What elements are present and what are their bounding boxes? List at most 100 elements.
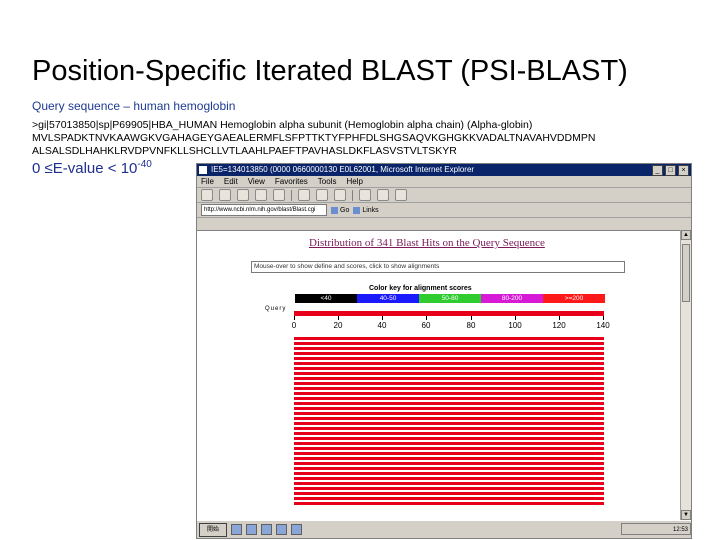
quicklaunch-folder-icon[interactable] <box>291 524 302 535</box>
window-controls: _ □ × <box>652 165 689 176</box>
edit-icon[interactable] <box>395 189 407 201</box>
back-icon[interactable] <box>201 189 213 201</box>
scroll-down-arrow[interactable]: ▼ <box>681 510 691 520</box>
favorites-icon[interactable] <box>316 189 328 201</box>
menu-file[interactable]: File <box>201 176 214 187</box>
links-link[interactable]: Links <box>353 206 379 214</box>
hit-row[interactable] <box>294 457 604 460</box>
address-bar: http://www.ncbi.nlm.nih.gov/blast/Blast.… <box>197 203 691 218</box>
hit-row[interactable] <box>294 492 604 495</box>
color-key-title: Color key for alignment scores <box>369 285 472 292</box>
go-link[interactable]: Go <box>331 206 349 214</box>
toolbar-divider <box>352 189 353 201</box>
vertical-scrollbar[interactable]: ▲ ▼ <box>680 230 691 520</box>
evalue-range: 0 ≤E-value < 10-40 <box>32 159 152 177</box>
hit-row[interactable] <box>294 442 604 445</box>
address-input[interactable]: http://www.ncbi.nlm.nih.gov/blast/Blast.… <box>201 204 327 216</box>
mail-icon[interactable] <box>359 189 371 201</box>
hit-row[interactable] <box>294 377 604 380</box>
hit-row[interactable] <box>294 462 604 465</box>
go-icon <box>331 206 338 214</box>
scroll-thumb[interactable] <box>682 244 690 302</box>
print-icon[interactable] <box>377 189 389 201</box>
axis-tick <box>294 316 295 320</box>
hit-row[interactable] <box>294 482 604 485</box>
menu-tools[interactable]: Tools <box>318 176 337 187</box>
color-key-cell: <40 <box>295 294 357 303</box>
axis-tick <box>603 316 604 320</box>
hit-row[interactable] <box>294 427 604 430</box>
hit-row[interactable] <box>294 467 604 470</box>
color-key-cell: 50-80 <box>419 294 481 303</box>
hit-row[interactable] <box>294 382 604 385</box>
hit-row[interactable] <box>294 437 604 440</box>
axis-tick-label: 40 <box>377 321 387 330</box>
axis-tick-label: 140 <box>596 321 610 330</box>
hit-row[interactable] <box>294 407 604 410</box>
menu-edit[interactable]: Edit <box>224 176 238 187</box>
stop-icon[interactable] <box>237 189 249 201</box>
mouse-hint-box[interactable]: Mouse-over to show define and scores, cl… <box>251 261 625 273</box>
query-subtitle: Query sequence – human hemoglobin <box>32 99 236 113</box>
position-axis: 0 20 40 60 80 100 120 140 <box>291 316 610 334</box>
forward-icon[interactable] <box>219 189 231 201</box>
color-key-cell: >=200 <box>543 294 605 303</box>
hit-row[interactable] <box>294 477 604 480</box>
menu-favorites[interactable]: Favorites <box>275 176 308 187</box>
hit-list <box>294 337 604 507</box>
quicklaunch-mail-icon[interactable] <box>261 524 272 535</box>
window-title: IE5=134013850 (0000 0660000130 E0L62001,… <box>211 165 475 174</box>
evalue-text: 0 ≤E-value < 10 <box>32 160 138 177</box>
refresh-icon[interactable] <box>255 189 267 201</box>
hit-row[interactable] <box>294 447 604 450</box>
hit-row[interactable] <box>294 362 604 365</box>
hit-row[interactable] <box>294 367 604 370</box>
hit-row[interactable] <box>294 347 604 350</box>
hit-row[interactable] <box>294 432 604 435</box>
slide-title: Position-Specific Iterated BLAST (PSI-BL… <box>32 55 628 87</box>
hit-row[interactable] <box>294 417 604 420</box>
hit-row[interactable] <box>294 372 604 375</box>
history-icon[interactable] <box>334 189 346 201</box>
scroll-up-arrow[interactable]: ▲ <box>681 230 691 240</box>
menu-help[interactable]: Help <box>346 176 362 187</box>
maximize-button[interactable]: □ <box>665 165 676 176</box>
hit-row[interactable] <box>294 497 604 500</box>
hit-row[interactable] <box>294 337 604 340</box>
sequence-line-2: ALSALSDLHAHKLRVDPVNFKLLSHCLLVTLAAHLPAEFT… <box>32 145 457 157</box>
hit-row[interactable] <box>294 342 604 345</box>
close-button[interactable]: × <box>678 165 689 176</box>
browser-window: IE5=134013850 (0000 0660000130 E0L62001,… <box>196 163 692 539</box>
minimize-button[interactable]: _ <box>652 165 663 176</box>
menu-bar: File Edit View Favorites Tools Help <box>197 176 691 188</box>
hit-row[interactable] <box>294 412 604 415</box>
hit-row[interactable] <box>294 452 604 455</box>
quicklaunch-ie-icon[interactable] <box>231 524 242 535</box>
start-button[interactable]: 開始 <box>199 522 227 537</box>
hit-row[interactable] <box>294 392 604 395</box>
axis-tick-label: 120 <box>552 321 566 330</box>
toolbar-divider <box>291 189 292 201</box>
axis-tick <box>559 316 560 320</box>
quicklaunch-media-icon[interactable] <box>276 524 287 535</box>
sequence-line-1: MVLSPADKTNVKAAWGKVGAHAGEYGAEALERMFLSFPTT… <box>32 132 596 144</box>
menu-view[interactable]: View <box>248 176 265 187</box>
axis-tick-label: 0 <box>291 321 297 330</box>
axis-tick <box>426 316 427 320</box>
axis-tick-label: 80 <box>466 321 476 330</box>
quicklaunch-desktop-icon[interactable] <box>246 524 257 535</box>
hit-row[interactable] <box>294 352 604 355</box>
hit-row[interactable] <box>294 487 604 490</box>
home-icon[interactable] <box>273 189 285 201</box>
hit-row[interactable] <box>294 397 604 400</box>
evalue-exponent: -40 <box>137 159 152 170</box>
hit-row[interactable] <box>294 422 604 425</box>
hit-row[interactable] <box>294 472 604 475</box>
search-icon[interactable] <box>298 189 310 201</box>
hit-row[interactable] <box>294 387 604 390</box>
hit-row[interactable] <box>294 502 604 505</box>
hit-row[interactable] <box>294 402 604 405</box>
hit-row[interactable] <box>294 357 604 360</box>
query-label: Query <box>265 306 287 312</box>
links-icon <box>353 206 361 214</box>
